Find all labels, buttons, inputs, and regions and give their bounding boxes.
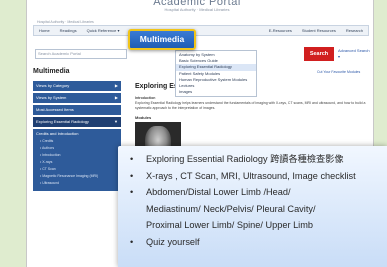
chevron-right-icon: ▶ [114, 95, 118, 100]
top-navbar: Home Readings Quick Reference ▾ E-Resour… [33, 25, 369, 36]
popup-line-text: Mediastinum/ Neck/Pelvis/ Pleural Cavity… [146, 203, 316, 214]
nav-readings[interactable]: Readings [55, 28, 82, 33]
popup-line: • X-rays , CT Scan, MRI, Ultrasound, Imag… [130, 171, 383, 181]
submenu-link-label: Credits [42, 139, 54, 143]
submenu-link-label: X-rays [42, 160, 53, 164]
submenu-link-label: Authors [42, 146, 55, 150]
search-button[interactable]: Search [304, 47, 334, 61]
favourite-modules-link[interactable]: Cut Your Favourite Modules [317, 70, 360, 74]
sidebar: Multimedia Views by Category ▶ Views by S… [33, 68, 121, 191]
submenu-heading: Credits and Introduction [36, 131, 79, 136]
intro-heading: Introduction [135, 96, 156, 100]
advanced-search-link[interactable]: Advanced Search ▾ [338, 48, 370, 60]
sidebar-item-most-accessed[interactable]: Most Accessed Items [33, 105, 121, 115]
sidebar-item-label: Views by System [36, 95, 67, 100]
popup-line: Mediastinum/ Neck/Pelvis/ Pleural Cavity… [130, 204, 383, 214]
intro-body: Exploring Essential Radiology helps lear… [135, 101, 366, 110]
popup-line-text: X-rays , CT Scan, MRI, Ultrasound, Image… [146, 170, 356, 181]
submenu-link-introduction[interactable]: • Introduction [36, 152, 118, 159]
nav-quick-reference[interactable]: Quick Reference ▾ [82, 28, 125, 33]
unit-line: Hospital Authority · Medical Libraries [37, 20, 94, 24]
submenu-link-label: Introduction [42, 153, 61, 157]
sidebar-submenu: Credits and Introduction • Credits • Aut… [33, 129, 121, 191]
multimedia-dropdown-menu: Anatomy by System Basic Sciences Guide E… [175, 50, 257, 98]
popup-line-text: Exploring Essential Radiology 跨讀各種檢查影像 [146, 154, 344, 164]
multimedia-tab[interactable]: Multimedia [128, 29, 196, 50]
popup-line: • Abdomen/Distal Lower Limb /Head/ [130, 187, 383, 197]
nav-research[interactable]: Research [341, 28, 368, 33]
modules-heading: Modules [135, 115, 152, 120]
search-input[interactable]: Search Academic Portal [35, 49, 127, 59]
site-logo[interactable]: Academic Portal Hospital Authority · Med… [137, 0, 257, 12]
popup-line: Proximal Lower Limb/ Spine/ Upper Limb [130, 220, 383, 230]
popup-line: • Exploring Essential Radiology 跨讀各種檢查影像 [130, 154, 383, 164]
submenu-link-ct-scan[interactable]: • CT Scan [36, 166, 118, 173]
submenu-link-label: CT Scan [42, 167, 56, 171]
sidebar-item-label: Exploring Essential Radiology [36, 119, 89, 124]
submenu-link-label: Magnetic Resonance Imaging (MRI) [42, 174, 99, 178]
submenu-link-xrays[interactable]: • X-rays [36, 159, 118, 166]
submenu-link-ultrasound[interactable]: • Ultrasound [36, 180, 118, 187]
sidebar-title: Multimedia [33, 68, 70, 75]
bullet-icon: • [130, 187, 134, 197]
sidebar-item-exploring-radiology[interactable]: Exploring Essential Radiology ▼ [33, 117, 121, 127]
callout-popup: • Exploring Essential Radiology 跨讀各種檢查影像 … [118, 146, 387, 267]
nav-e-resources[interactable]: E-Resources [264, 28, 297, 33]
page-background: Academic Portal Hospital Authority · Med… [0, 0, 387, 267]
nav-student-resources[interactable]: Student Resources [297, 28, 341, 33]
submenu-link-mri[interactable]: • Magnetic Resonance Imaging (MRI) [36, 173, 118, 180]
submenu-link-label: Ultrasound [42, 181, 60, 185]
popup-line-text: Abdomen/Distal Lower Limb /Head/ [146, 187, 291, 197]
sidebar-item-views-by-system[interactable]: Views by System ▶ [33, 93, 121, 103]
bullet-icon: • [130, 170, 134, 181]
intro-text: Introduction Exploring Essential Radiolo… [135, 96, 367, 111]
popup-line-text: Proximal Lower Limb/ Spine/ Upper Limb [146, 220, 313, 230]
sidebar-item-label: Most Accessed Items [36, 107, 74, 112]
bullet-icon: • [130, 154, 134, 164]
chevron-down-icon: ▼ [114, 119, 118, 124]
nav-home[interactable]: Home [34, 28, 55, 33]
popup-line-text: Quiz yourself [146, 236, 200, 247]
popup-line: • Quiz yourself [130, 237, 383, 247]
sidebar-item-views-by-category[interactable]: Views by Category ▶ [33, 81, 121, 91]
sidebar-item-label: Views by Category [36, 83, 70, 88]
bullet-icon: • [130, 236, 134, 247]
submenu-link-authors[interactable]: • Authors [36, 145, 118, 152]
submenu-link-credits[interactable]: • Credits [36, 138, 118, 145]
dropdown-item-images[interactable]: Images [176, 89, 256, 95]
chevron-right-icon: ▶ [114, 83, 118, 88]
